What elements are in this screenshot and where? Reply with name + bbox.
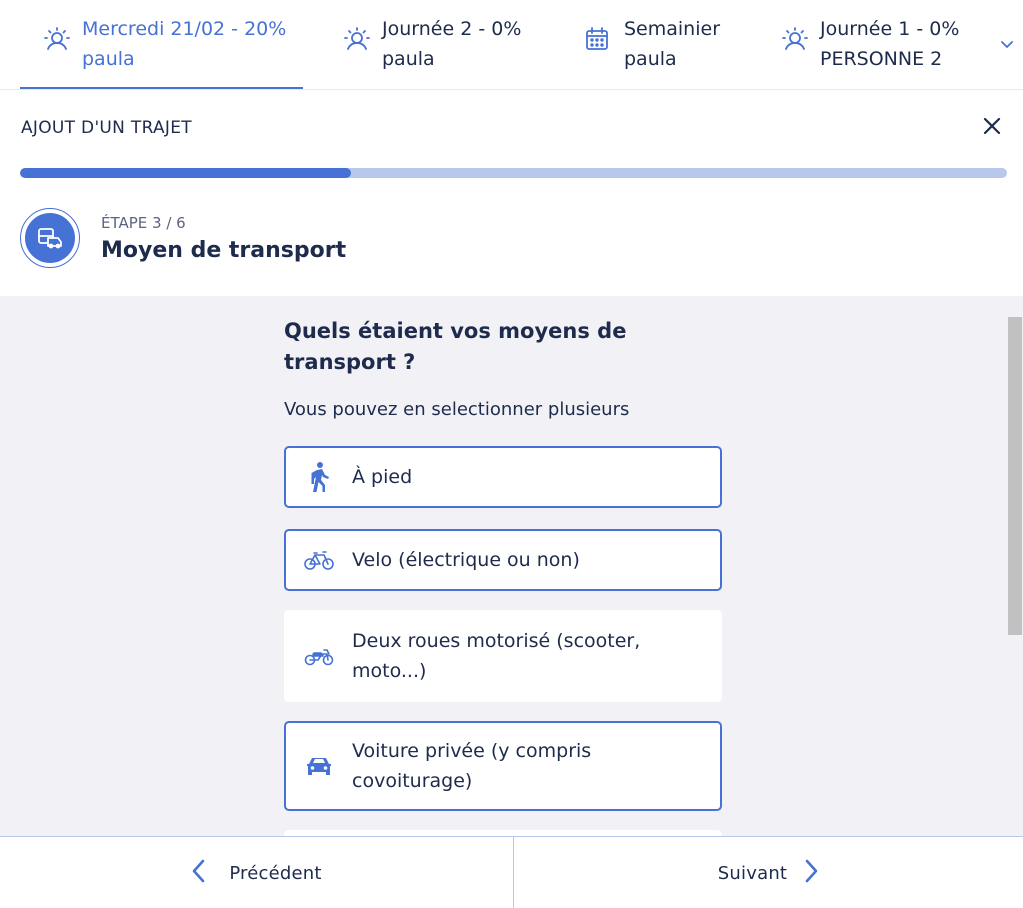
next-label: Suivant (717, 862, 788, 884)
previous-button[interactable]: Précédent (0, 837, 514, 908)
option-velo[interactable]: Velo (électrique ou non) (284, 529, 722, 591)
tab-subtitle: paula (382, 48, 435, 70)
option-label: Voiture privée (y compris covoiturage) (352, 740, 592, 792)
tab-title: Journée 1 - 0% (820, 18, 960, 40)
content-panel: Quels étaient vos moyens de transport ? … (0, 296, 1023, 836)
motorcycle-icon (286, 645, 352, 667)
option-voiture[interactable]: Voiture privée (y compris covoiturage) (284, 721, 722, 811)
question-hint: Vous pouvez en selectionner plusieurs (284, 399, 630, 420)
previous-label: Précédent (229, 862, 322, 884)
tab-subtitle: PERSONNE 2 (820, 48, 943, 70)
bus-car-icon (25, 213, 75, 263)
tab-bar: Mercredi 21/02 - 20% paula Journée 2 - 0… (0, 0, 1023, 90)
tab-journee-1[interactable]: Journée 1 - 0% PERSONNE 2 (778, 0, 978, 89)
next-button[interactable]: Suivant (514, 837, 1023, 908)
tab-subtitle: paula (624, 48, 677, 70)
tab-title: Mercredi 21/02 - 20% (82, 18, 287, 40)
bicycle-icon (286, 549, 352, 571)
walking-person-icon (286, 461, 352, 493)
progress-fill (20, 168, 351, 178)
step-title: Moyen de transport (101, 238, 347, 263)
option-deux-roues[interactable]: Deux roues motorisé (scooter, moto...) (284, 610, 722, 702)
option-label: À pied (352, 466, 413, 488)
calendar-icon (582, 24, 612, 54)
car-icon (286, 754, 352, 778)
sun-person-icon (340, 24, 370, 54)
option-label: Deux roues motorisé (scooter, moto...) (352, 630, 641, 682)
step-badge (20, 208, 80, 268)
tab-mercredi[interactable]: Mercredi 21/02 - 20% paula (20, 0, 303, 89)
footer-nav: Précédent Suivant (0, 836, 1023, 908)
chevron-down-icon[interactable] (995, 32, 1019, 56)
question-title: Quels étaient vos moyens de transport ? (284, 319, 627, 374)
chevron-left-icon (191, 858, 207, 888)
tab-title: Journée 2 - 0% (382, 18, 522, 40)
sun-person-icon (778, 24, 808, 54)
step-number: ÉTAPE 3 / 6 (101, 214, 186, 232)
sun-person-icon (40, 24, 70, 54)
option-a-pied[interactable]: À pied (284, 446, 722, 508)
chevron-right-icon (803, 858, 819, 888)
progress-bar (20, 168, 1007, 178)
tab-subtitle: paula (82, 48, 135, 70)
tab-journee-2[interactable]: Journée 2 - 0% paula (340, 0, 540, 89)
close-icon[interactable] (980, 114, 1004, 138)
page-title: AJOUT D'UN TRAJET (21, 118, 192, 138)
tab-semainier[interactable]: Semainier paula (582, 0, 742, 89)
option-label: Velo (électrique ou non) (352, 549, 580, 571)
scrollbar-thumb[interactable] (1008, 317, 1022, 635)
tab-title: Semainier (624, 18, 721, 40)
